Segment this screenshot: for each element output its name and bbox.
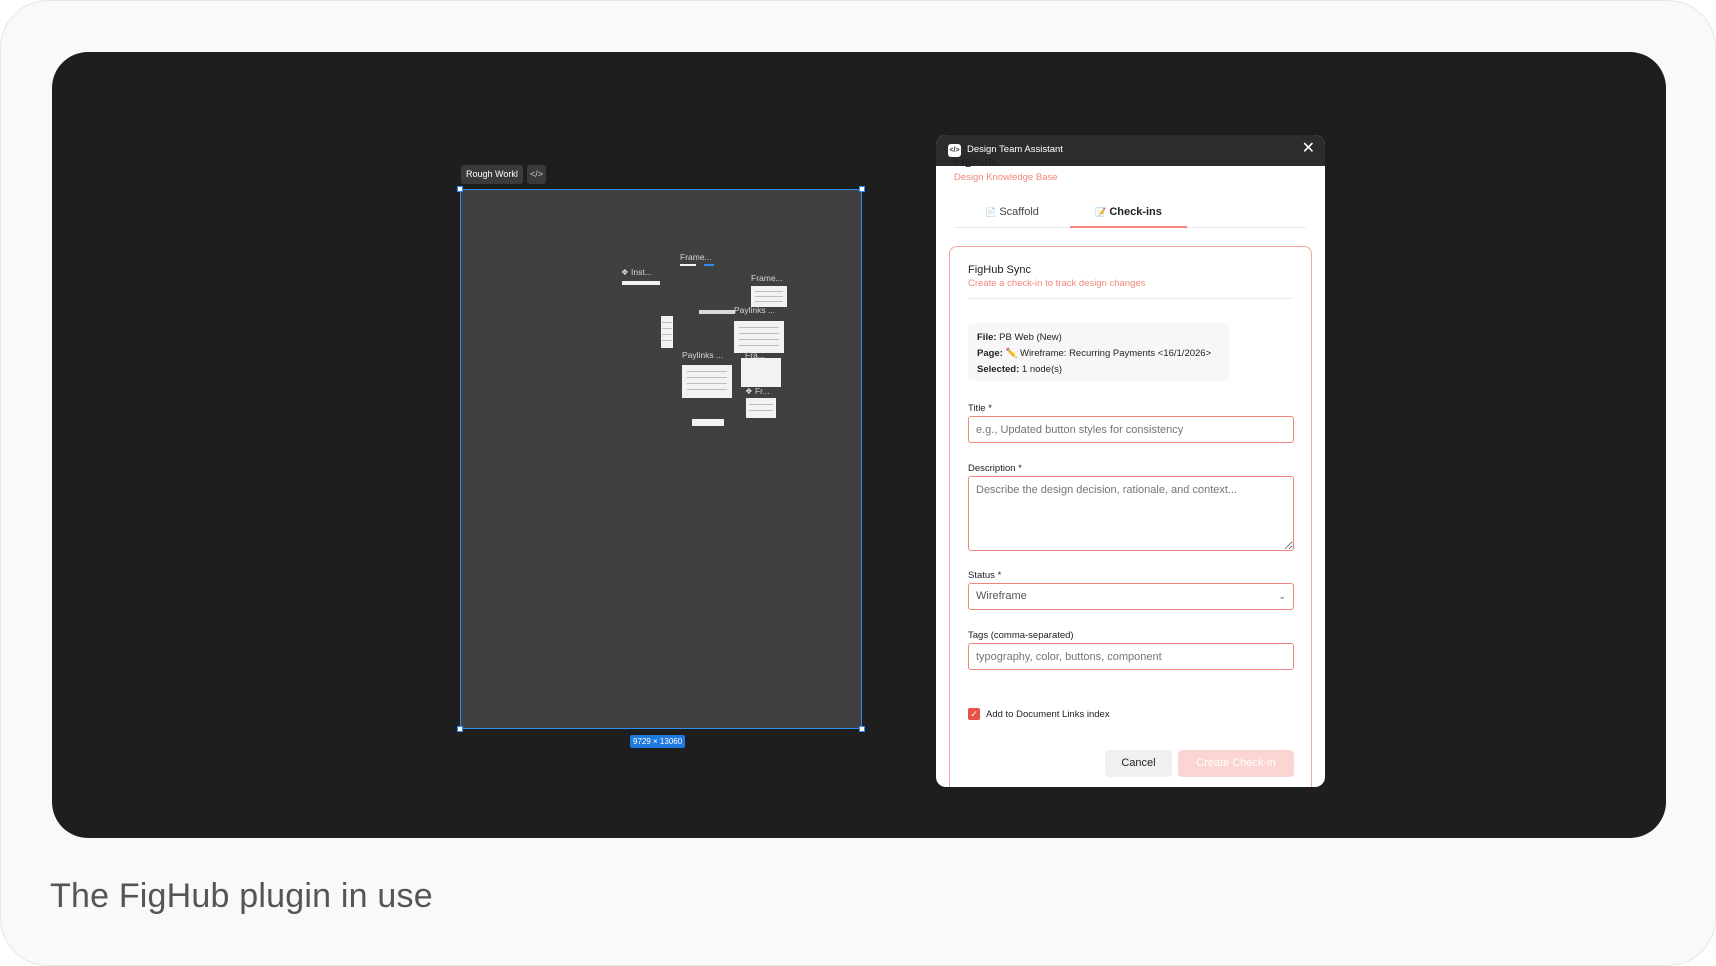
- thumbnail-label: Frame...: [751, 273, 783, 283]
- description-label: Description *: [968, 463, 1022, 474]
- brand-title: FigHub: [954, 159, 996, 167]
- tab-check-ins[interactable]: 📝 Check-ins: [1070, 199, 1187, 228]
- selected-frame[interactable]: Frame... ❖ Inst... Frame... Paylinks ...…: [457, 186, 865, 732]
- tab-bar: 📄 Scaffold 📝 Check-ins: [954, 199, 1306, 228]
- file-info: File: PB Web (New): [977, 332, 1062, 343]
- selected-info: Selected: 1 node(s): [977, 364, 1063, 375]
- chevron-down-icon: ⌄: [1278, 591, 1286, 601]
- thumbnail-label: ❖ Fr...: [745, 386, 770, 396]
- plugin-dialog: </> Design Team Assistant ✕ FigHub Desig…: [936, 135, 1325, 787]
- frame-thumbnail[interactable]: [680, 264, 696, 266]
- close-icon[interactable]: ✕: [1302, 140, 1315, 158]
- instance-thumbnail[interactable]: [622, 281, 660, 285]
- figma-canvas[interactable]: Rough Workl </> Frame... ❖ Inst... Frame…: [52, 52, 1666, 838]
- frame-thumbnail[interactable]: [741, 358, 781, 387]
- code-icon[interactable]: </>: [527, 165, 546, 184]
- frame-name-label[interactable]: Rough Workl: [461, 165, 523, 184]
- resize-handle-top-left[interactable]: [457, 186, 463, 192]
- paylinks-thumbnail[interactable]: [734, 321, 784, 353]
- selection-info-box: File: PB Web (New) Page: ✏️ Wireframe: R…: [968, 323, 1229, 381]
- thumbnail-label: ❖ Inst...: [621, 267, 652, 277]
- check-in-panel: FigHub Sync Create a check-in to track d…: [949, 246, 1312, 787]
- status-select[interactable]: Wireframe ⌄: [968, 583, 1294, 610]
- cancel-button[interactable]: Cancel: [1105, 750, 1172, 777]
- frame-thumbnail[interactable]: [692, 419, 724, 426]
- thumbnail-label: Paylinks ...: [734, 305, 776, 315]
- dialog-title: Design Team Assistant: [967, 144, 1063, 155]
- title-label: Title *: [968, 403, 992, 414]
- caption: The FigHub plugin in use: [50, 877, 433, 915]
- section-subtitle: Create a check-in to track design change…: [968, 278, 1146, 289]
- section-title: FigHub Sync: [968, 264, 1031, 276]
- thumbnail-label: Frame...: [680, 252, 712, 262]
- resize-handle-bottom-right[interactable]: [859, 726, 865, 732]
- tags-label: Tags (comma-separated): [968, 630, 1074, 641]
- instance-thumbnail[interactable]: [746, 398, 776, 418]
- frame-thumbnail[interactable]: [661, 316, 673, 348]
- frame-thumbnail[interactable]: [699, 310, 735, 314]
- index-checkbox-label: Add to Document Links index: [986, 709, 1110, 720]
- dimensions-badge: 9729 × 13060: [630, 735, 686, 748]
- frame-thumbnail[interactable]: [751, 286, 787, 307]
- title-input[interactable]: [968, 416, 1294, 443]
- thumbnail-label: Paylinks ...: [682, 350, 724, 360]
- paylinks-thumbnail[interactable]: [682, 365, 732, 398]
- description-input[interactable]: [968, 476, 1294, 551]
- resize-handle-top-right[interactable]: [859, 186, 865, 192]
- status-value: Wireframe: [976, 590, 1027, 602]
- page-icon: 📄: [985, 207, 997, 217]
- frame-thumbnail[interactable]: [704, 264, 714, 266]
- divider: [968, 298, 1293, 299]
- tags-input[interactable]: [968, 643, 1294, 670]
- plugin-icon: </>: [948, 144, 961, 157]
- brand-subtitle: Design Knowledge Base: [954, 172, 1058, 183]
- page-info: Page: ✏️ Wireframe: Recurring Payments <…: [977, 348, 1212, 359]
- index-checkbox[interactable]: ✓: [968, 708, 980, 720]
- resize-handle-bottom-left[interactable]: [457, 726, 463, 732]
- status-label: Status *: [968, 570, 1002, 581]
- presentation-card: Rough Workl </> Frame... ❖ Inst... Frame…: [0, 0, 1716, 966]
- create-check-in-button[interactable]: Create Check-in: [1178, 750, 1294, 777]
- memo-icon: 📝: [1095, 207, 1107, 217]
- tab-scaffold[interactable]: 📄 Scaffold: [954, 199, 1070, 228]
